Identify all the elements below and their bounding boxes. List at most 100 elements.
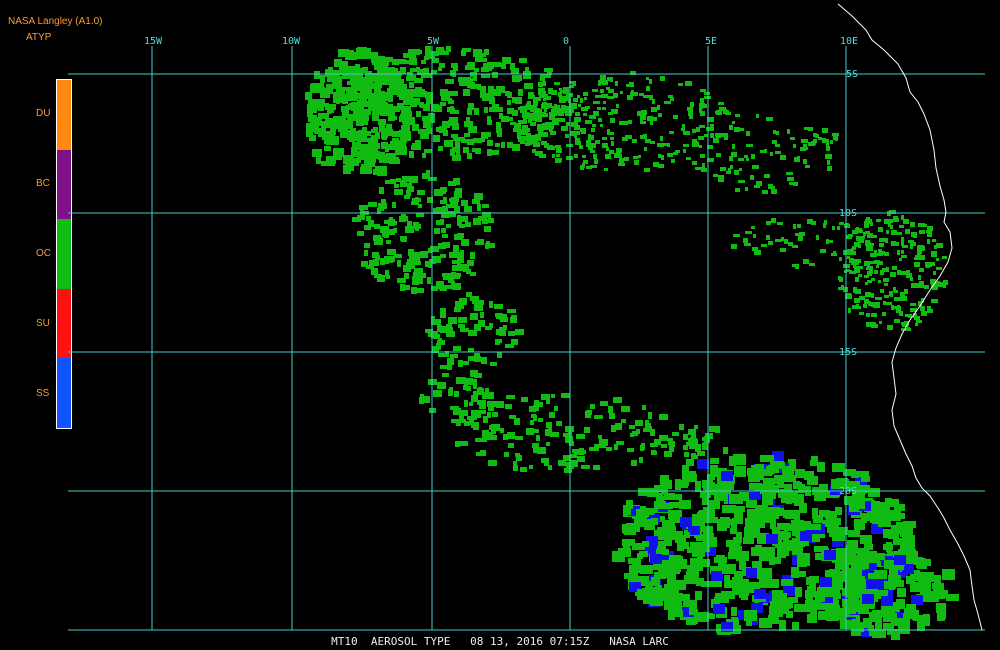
organic-carbon-pixel bbox=[920, 224, 927, 227]
organic-carbon-pixel bbox=[917, 559, 931, 566]
organic-carbon-pixel bbox=[564, 468, 572, 473]
organic-carbon-pixel bbox=[736, 466, 746, 477]
organic-carbon-pixel bbox=[503, 318, 508, 322]
organic-carbon-pixel bbox=[388, 221, 397, 225]
organic-carbon-pixel bbox=[637, 111, 641, 116]
organic-carbon-pixel bbox=[386, 124, 392, 130]
organic-carbon-pixel bbox=[589, 447, 596, 451]
organic-carbon-pixel bbox=[511, 339, 518, 345]
organic-carbon-pixel bbox=[734, 127, 740, 132]
organic-carbon-pixel bbox=[795, 587, 802, 597]
lon-label-0: 0 bbox=[563, 36, 569, 47]
organic-carbon-pixel bbox=[570, 460, 578, 467]
organic-carbon-pixel bbox=[703, 559, 710, 567]
organic-carbon-pixel bbox=[557, 158, 562, 162]
organic-carbon-pixel bbox=[491, 424, 500, 431]
organic-carbon-pixel bbox=[826, 142, 829, 146]
organic-carbon-pixel bbox=[687, 107, 693, 111]
organic-carbon-pixel bbox=[660, 136, 663, 141]
organic-carbon-pixel bbox=[787, 177, 794, 181]
organic-carbon-pixel bbox=[619, 121, 623, 125]
organic-carbon-pixel bbox=[394, 189, 403, 195]
organic-carbon-pixel bbox=[870, 222, 873, 226]
lon-label-10e: 10E bbox=[840, 36, 858, 47]
organic-carbon-pixel bbox=[526, 428, 534, 435]
organic-carbon-pixel bbox=[704, 134, 708, 137]
organic-carbon-pixel bbox=[879, 321, 882, 324]
organic-carbon-pixel bbox=[593, 154, 597, 159]
organic-carbon-pixel bbox=[522, 114, 525, 118]
organic-carbon-pixel bbox=[440, 365, 448, 369]
organic-carbon-pixel bbox=[501, 116, 509, 122]
organic-carbon-pixel bbox=[714, 491, 723, 500]
lon-label-15w: 15W bbox=[144, 36, 163, 47]
organic-carbon-pixel bbox=[722, 564, 736, 574]
organic-carbon-pixel bbox=[411, 201, 418, 205]
organic-carbon-pixel bbox=[799, 503, 807, 513]
organic-carbon-pixel bbox=[874, 270, 878, 274]
organic-carbon-pixel bbox=[594, 159, 598, 164]
sea-salt-pixel bbox=[894, 555, 906, 565]
organic-carbon-pixel bbox=[513, 128, 519, 132]
organic-carbon-pixel bbox=[504, 452, 509, 457]
organic-carbon-pixel bbox=[841, 285, 844, 290]
organic-carbon-pixel bbox=[634, 160, 639, 165]
organic-carbon-pixel bbox=[469, 402, 473, 406]
organic-carbon-pixel bbox=[750, 175, 754, 180]
organic-carbon-pixel bbox=[797, 224, 801, 228]
organic-carbon-pixel bbox=[447, 358, 454, 365]
organic-carbon-pixel bbox=[562, 98, 566, 103]
organic-carbon-pixel bbox=[590, 165, 597, 168]
organic-carbon-pixel bbox=[914, 257, 919, 260]
organic-carbon-pixel bbox=[397, 260, 401, 267]
organic-carbon-pixel bbox=[488, 243, 495, 248]
organic-carbon-pixel bbox=[374, 59, 382, 65]
organic-carbon-pixel bbox=[616, 441, 624, 445]
organic-carbon-pixel bbox=[793, 182, 798, 186]
organic-carbon-pixel bbox=[556, 148, 562, 153]
organic-carbon-pixel bbox=[743, 537, 754, 544]
organic-carbon-pixel bbox=[412, 279, 419, 285]
organic-carbon-pixel bbox=[798, 494, 804, 500]
organic-carbon-pixel bbox=[446, 324, 452, 331]
organic-carbon-pixel bbox=[605, 154, 611, 159]
organic-carbon-pixel bbox=[683, 445, 688, 450]
organic-carbon-pixel bbox=[519, 129, 523, 133]
organic-carbon-pixel bbox=[883, 301, 886, 305]
organic-carbon-pixel bbox=[487, 116, 491, 123]
organic-carbon-pixel bbox=[413, 272, 417, 276]
organic-carbon-pixel bbox=[341, 94, 348, 101]
organic-carbon-pixel bbox=[700, 111, 705, 116]
organic-carbon-pixel bbox=[711, 127, 714, 131]
organic-carbon-pixel bbox=[618, 163, 625, 166]
organic-carbon-pixel bbox=[673, 115, 678, 119]
organic-carbon-pixel bbox=[646, 77, 649, 80]
organic-carbon-pixel bbox=[368, 83, 377, 89]
organic-carbon-pixel bbox=[886, 542, 892, 552]
organic-carbon-pixel bbox=[352, 217, 361, 222]
organic-carbon-pixel bbox=[718, 175, 724, 180]
organic-carbon-pixel bbox=[464, 133, 470, 137]
organic-carbon-pixel bbox=[654, 439, 661, 445]
organic-carbon-pixel bbox=[691, 617, 698, 624]
organic-carbon-pixel bbox=[409, 55, 416, 59]
organic-carbon-pixel bbox=[919, 617, 930, 626]
organic-carbon-pixel bbox=[657, 527, 670, 538]
organic-carbon-pixel bbox=[449, 387, 453, 393]
organic-carbon-pixel bbox=[788, 242, 793, 246]
organic-carbon-pixel bbox=[447, 364, 452, 370]
organic-carbon-pixel bbox=[766, 235, 770, 240]
organic-carbon-pixel bbox=[360, 94, 364, 100]
organic-carbon-pixel bbox=[548, 103, 552, 108]
organic-carbon-pixel bbox=[805, 165, 810, 168]
organic-carbon-pixel bbox=[316, 156, 321, 164]
lon-label-5e: 5E bbox=[705, 36, 717, 47]
organic-carbon-pixel bbox=[472, 299, 479, 304]
organic-carbon-pixel bbox=[690, 542, 698, 550]
organic-carbon-pixel bbox=[418, 273, 426, 278]
organic-carbon-pixel bbox=[543, 97, 546, 101]
organic-carbon-pixel bbox=[404, 195, 410, 199]
organic-carbon-pixel bbox=[510, 122, 516, 125]
organic-carbon-pixel bbox=[808, 127, 813, 131]
organic-carbon-pixel bbox=[373, 259, 379, 266]
